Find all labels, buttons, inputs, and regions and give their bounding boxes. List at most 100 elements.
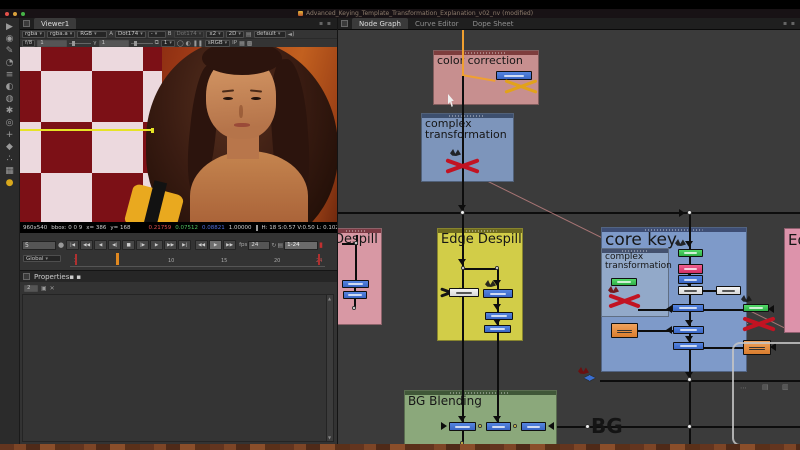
viewer-canvas[interactable] [20, 47, 337, 222]
range-mode-icon[interactable]: ▤ [277, 242, 283, 249]
clip-warning-icon[interactable]: ◐ [186, 40, 191, 47]
node[interactable] [486, 422, 511, 431]
node[interactable] [716, 286, 741, 295]
connection-line[interactable] [355, 245, 357, 280]
spline-overlay[interactable] [20, 129, 152, 131]
gamma-input[interactable]: 1 [99, 40, 129, 47]
selected-connection[interactable] [462, 50, 464, 76]
fstop-control[interactable]: f/8 [22, 40, 35, 47]
channels-dropdown[interactable]: RGB [77, 31, 107, 38]
hidden-input-cross[interactable] [445, 158, 480, 173]
particles-icon[interactable]: ∴ [7, 154, 13, 165]
downrez-dropdown[interactable]: 1 [161, 40, 175, 47]
node[interactable] [678, 264, 703, 274]
file-icon[interactable]: ▤ [246, 31, 252, 38]
connection-line[interactable] [338, 212, 800, 214]
node[interactable] [483, 289, 513, 298]
node[interactable] [611, 323, 638, 338]
in-point-marker[interactable] [75, 254, 77, 265]
gamma-slider[interactable] [131, 43, 153, 44]
next-increment-button[interactable]: ▶▶ [223, 240, 236, 250]
gamma-toggle[interactable]: γ [93, 40, 96, 46]
pane-controls-icon[interactable]: ▪ ▪ [319, 20, 332, 27]
dot-node[interactable] [687, 424, 692, 429]
gain-input[interactable]: 1 [37, 40, 67, 47]
hidden-input-cross[interactable] [608, 293, 641, 308]
properties-scrollbar[interactable]: ▲▼ [326, 295, 333, 441]
play-button[interactable]: ▶ [150, 240, 163, 250]
node[interactable] [484, 325, 511, 333]
tab-viewer1[interactable]: Viewer1 [34, 18, 76, 29]
dot-node-bg[interactable] [585, 424, 590, 429]
node[interactable] [342, 280, 369, 288]
connection-line[interactable] [704, 309, 744, 311]
lock-range-icon[interactable]: ● [58, 241, 64, 249]
current-frame-input[interactable]: 5 [22, 241, 56, 250]
pane-menu-icon[interactable] [23, 273, 30, 280]
next-keyframe-button[interactable]: ▶▶ [164, 240, 177, 250]
a-input-dropdown[interactable]: Dot174 [115, 31, 146, 38]
tab-dope-sheet[interactable]: Dope Sheet [466, 18, 521, 29]
minimize-window-icon[interactable] [13, 12, 17, 16]
dot-node[interactable] [460, 210, 465, 215]
window-controls[interactable] [5, 12, 25, 16]
pane-menu-icon[interactable] [23, 20, 30, 27]
dot-node[interactable] [478, 424, 482, 428]
pane-controls-icon[interactable]: ▪ ▪ [783, 20, 796, 27]
b-input-dropdown[interactable]: Dot174 [174, 31, 205, 38]
node[interactable] [449, 288, 479, 297]
merge-icon[interactable]: ◎ [6, 118, 14, 129]
wipe-toggle-icon[interactable]: ▩ [247, 40, 253, 47]
node[interactable] [678, 275, 703, 284]
roi-icon[interactable]: ◯ [177, 40, 184, 47]
out-point-marker[interactable] [318, 254, 320, 265]
hidden-input-cross[interactable] [742, 316, 776, 333]
node[interactable] [496, 71, 532, 80]
max-panels-input[interactable]: 2 [24, 285, 38, 292]
other-nodes-icon[interactable]: ● [6, 178, 14, 189]
hidden-input-cross[interactable] [504, 80, 538, 93]
connection-line[interactable] [462, 228, 464, 341]
dot-node[interactable] [495, 266, 499, 270]
dot-node[interactable] [352, 306, 356, 310]
stereo-view-dropdown[interactable]: default [254, 31, 286, 38]
views-icon[interactable]: ▦ [5, 166, 14, 177]
image-icon[interactable]: ◉ [6, 34, 14, 45]
time-icon[interactable]: ◔ [6, 58, 14, 69]
close-panels-icon[interactable]: ✕ [50, 285, 55, 292]
dot-node[interactable] [461, 266, 465, 270]
dot-node[interactable] [513, 424, 517, 428]
alpha-dropdown[interactable]: rgba.a [47, 31, 75, 38]
clear-panels-icon[interactable]: ▣ [41, 285, 47, 292]
channel-icon[interactable]: ≡ [6, 70, 14, 81]
play-backward-button[interactable]: ◀ [94, 240, 107, 250]
transform-icon[interactable]: + [6, 130, 14, 141]
node[interactable] [743, 304, 769, 312]
node[interactable] [343, 291, 367, 299]
connection-line[interactable] [462, 76, 464, 214]
tab-node-graph[interactable]: Node Graph [352, 18, 408, 29]
frame-range-input[interactable]: 1-24 [284, 241, 318, 250]
loop-mode-icon[interactable]: ↻ [271, 242, 276, 249]
pane-controls-icon[interactable]: ▪ ▪ [69, 273, 81, 281]
dot-node[interactable] [687, 377, 692, 382]
checker-toggle-icon[interactable]: ▦ [239, 40, 245, 47]
node-graph-canvas[interactable]: color correction complex transformation … [338, 30, 800, 444]
playhead[interactable] [116, 253, 119, 265]
tab-curve-editor[interactable]: Curve Editor [408, 18, 466, 29]
audio-icon[interactable]: ◄) [288, 31, 295, 38]
viewer-lut-dropdown[interactable]: sRGB [205, 40, 230, 47]
goto-start-button[interactable]: |◀ [66, 240, 79, 250]
composite-mode-dropdown[interactable]: - [148, 31, 166, 38]
threed-icon[interactable]: ◆ [6, 142, 13, 153]
keyer-icon[interactable]: ✱ [6, 106, 14, 117]
input-process-toggle[interactable]: IP [232, 40, 237, 46]
node[interactable] [449, 422, 476, 431]
layer-dropdown[interactable]: rgba [22, 31, 45, 38]
node[interactable] [611, 278, 637, 286]
node[interactable] [672, 304, 704, 312]
backdrop-edge-right[interactable]: Ed [784, 228, 800, 333]
timeline-mode-dropdown[interactable]: Global [23, 255, 61, 262]
dot-node[interactable] [687, 210, 692, 215]
prev-increment-button[interactable]: ◀◀ [195, 240, 208, 250]
